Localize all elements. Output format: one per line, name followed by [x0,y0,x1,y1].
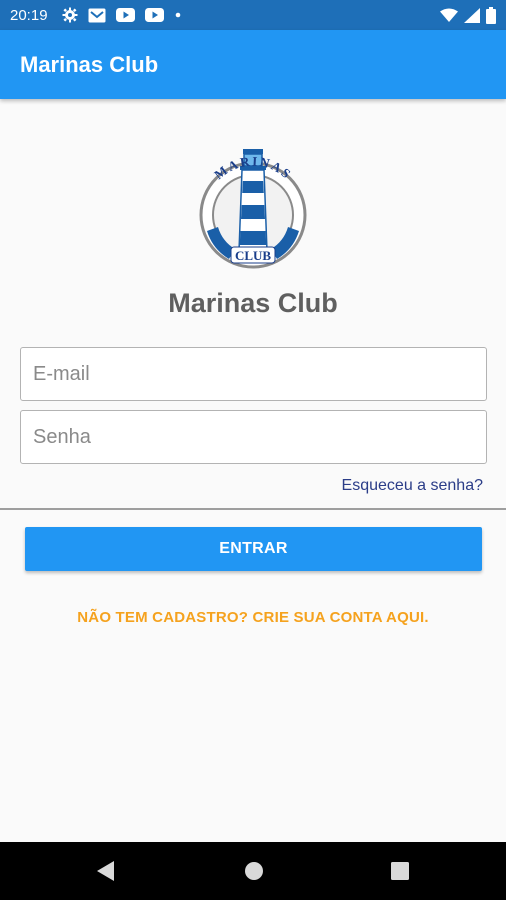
status-bar: 20:19 [0,0,506,30]
recent-apps-icon[interactable] [390,860,410,882]
battery-icon [486,6,496,24]
youtube-icon [144,8,164,22]
gear-icon [62,7,78,23]
app-title: Marinas Club [20,51,159,77]
signup-link[interactable]: NÃO TEM CADASTRO? CRIE SUA CONTA AQUI. [0,609,506,626]
app-bar: Marinas Club [0,30,506,99]
status-time: 20:19 [10,6,48,24]
notification-icons [62,7,182,23]
svg-text:CLUB: CLUB [235,248,271,263]
gmail-icon [88,8,106,22]
wifi-icon [440,8,458,22]
divider [0,508,506,510]
navigation-bar [0,842,506,900]
email-field[interactable] [20,347,487,401]
brand-title: Marinas Club [168,288,338,318]
signal-icon [464,7,480,23]
system-icons [440,6,496,24]
home-icon[interactable] [244,860,264,882]
login-button[interactable]: ENTRAR [25,527,482,571]
dot-icon [175,12,180,18]
marinas-club-logo: MARINAS CLUB [199,149,307,269]
youtube-icon [115,8,135,22]
back-icon[interactable] [96,860,116,882]
password-field[interactable] [20,410,487,464]
forgot-password-link[interactable]: Esqueceu a senha? [342,477,483,495]
